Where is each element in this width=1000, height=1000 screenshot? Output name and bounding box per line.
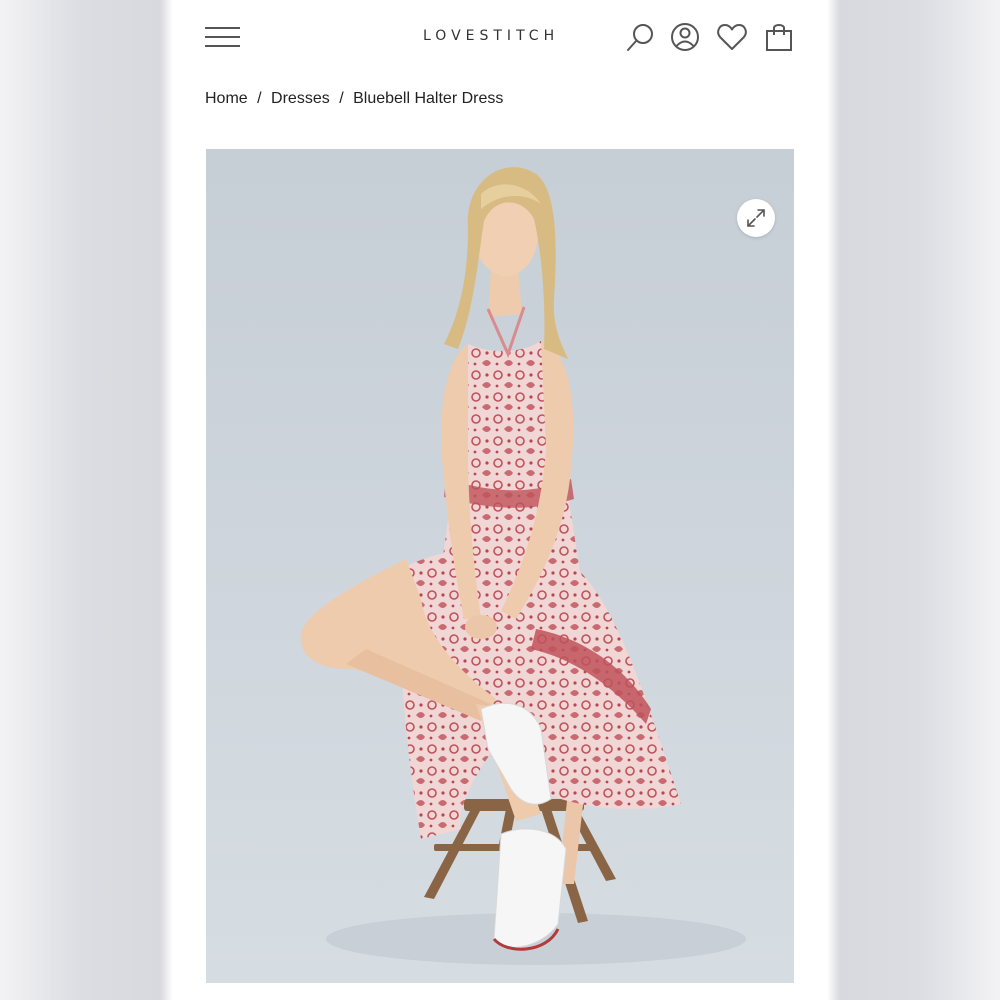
breadcrumb-dresses[interactable]: Dresses <box>271 90 330 107</box>
zoom-button[interactable] <box>737 199 775 237</box>
breadcrumb-home[interactable]: Home <box>205 90 248 107</box>
menu-icon[interactable] <box>205 24 241 50</box>
breadcrumb: Home / Dresses / Bluebell Halter Dress <box>205 90 508 108</box>
breadcrumb-separator: / <box>257 90 262 107</box>
search-icon[interactable] <box>623 20 657 54</box>
account-icon[interactable] <box>668 20 702 54</box>
breadcrumb-separator: / <box>339 90 344 107</box>
bag-icon[interactable] <box>762 20 796 54</box>
product-image[interactable] <box>206 149 794 983</box>
wishlist-icon[interactable] <box>715 20 749 54</box>
product-page: LOVESTITCH Home / Dresses / Bluebell Hal… <box>173 0 827 1000</box>
expand-icon <box>747 209 765 227</box>
site-header: LOVESTITCH <box>173 0 827 80</box>
breadcrumb-current: Bluebell Halter Dress <box>353 90 504 107</box>
brand-logo[interactable]: LOVESTITCH <box>423 28 559 44</box>
model-photo <box>300 167 746 965</box>
